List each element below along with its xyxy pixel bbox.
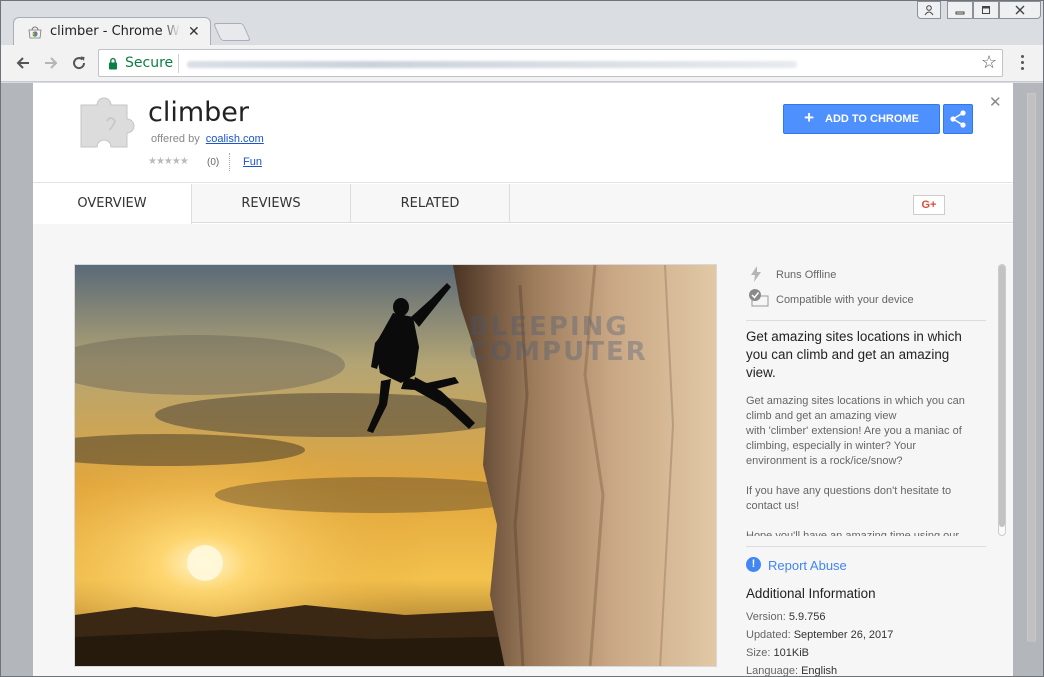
language-label: Language: [746, 665, 798, 677]
language-value: English [801, 665, 838, 677]
lightning-icon [751, 266, 761, 282]
puzzle-piece-icon [80, 97, 135, 148]
share-icon [950, 110, 966, 128]
reload-icon [73, 56, 86, 70]
browser-tab[interactable]: climber - Chrome Web Store ✕ [13, 17, 211, 46]
description-scrollbar[interactable] [998, 264, 1006, 536]
rating-stars: ★★★★★ [148, 156, 189, 167]
extension-header: climber offered by coalish.com ★★★★★ (0) … [33, 83, 1013, 183]
user-profile-button[interactable] [917, 1, 941, 19]
omnibox-separator [178, 54, 179, 73]
size-label: Size: [746, 647, 771, 659]
info-size: Size: 101KiB [746, 647, 809, 659]
arrow-left-icon [16, 57, 29, 69]
google-plus-button[interactable]: G+ [913, 195, 945, 215]
minimize-button[interactable] [947, 1, 973, 19]
feature-compatible: Compatible with your device [776, 294, 914, 306]
address-bar[interactable]: Secure ☆ [98, 49, 1003, 77]
page-scrollbar[interactable] [1027, 93, 1036, 642]
overview-content: BLEEPING COMPUTER Runs Offline Compatibl… [33, 224, 1013, 677]
user-icon [924, 5, 934, 16]
close-window-button[interactable] [999, 1, 1041, 19]
page-scroll-thumb[interactable] [1028, 94, 1035, 642]
lock-icon [109, 57, 117, 70]
back-button[interactable] [13, 53, 33, 73]
tab-overview[interactable]: OVERVIEW [33, 184, 192, 224]
updated-value: September 26, 2017 [793, 629, 894, 641]
arrow-right-icon [45, 57, 58, 69]
browser-toolbar: Secure ☆ [1, 45, 1043, 82]
updated-label: Updated: [746, 629, 791, 641]
minimize-icon [955, 11, 965, 15]
info-language: Language: English [746, 665, 838, 677]
tab-related[interactable]: RELATED [351, 184, 510, 223]
extension-name: climber [148, 97, 249, 128]
add-to-chrome-button[interactable]: + ADD TO CHROME [783, 104, 940, 134]
additional-info-title: Additional Information [746, 586, 876, 601]
webstore-icon [28, 26, 42, 39]
forward-button[interactable] [41, 53, 61, 73]
blurred-url [187, 61, 797, 68]
watermark: BLEEPING COMPUTER [469, 312, 648, 367]
header-separator [229, 153, 230, 171]
add-to-chrome-label: ADD TO CHROME [825, 113, 919, 125]
divider [746, 546, 986, 547]
device-check-icon [749, 289, 769, 307]
detail-tabs: OVERVIEW REVIEWS RELATED G+ [33, 184, 1013, 224]
description-scroll-thumb[interactable] [999, 265, 1005, 527]
tab-title: climber - Chrome Web Store [50, 24, 180, 39]
description-body: Get amazing sites locations in which you… [746, 395, 965, 536]
webstore-detail-dialog: climber offered by coalish.com ★★★★★ (0) … [33, 83, 1013, 677]
version-value: 5.9.756 [788, 611, 826, 623]
info-sidebar: Runs Offline Compatible with your device… [746, 264, 1006, 677]
offered-by-label: offered by [151, 133, 200, 145]
info-version: Version: 5.9.756 [746, 611, 826, 623]
secure-label: Secure [125, 55, 174, 71]
restore-icon [982, 6, 990, 14]
size-value: 101KiB [773, 647, 810, 659]
new-tab-button[interactable] [212, 23, 252, 41]
maximize-button[interactable] [973, 1, 999, 19]
alert-icon: ! [746, 557, 761, 572]
version-label: Version: [746, 611, 786, 623]
star-bookmark-icon[interactable]: ☆ [981, 52, 997, 73]
tab-reviews[interactable]: REVIEWS [192, 184, 351, 223]
divider [746, 320, 986, 321]
tab-strip: climber - Chrome Web Store ✕ [1, 1, 1043, 46]
tab-close-icon[interactable]: ✕ [188, 23, 200, 40]
offered-by: offered by coalish.com [151, 133, 264, 145]
menu-kebab-icon[interactable] [1015, 53, 1029, 73]
report-abuse-link[interactable]: Report Abuse [768, 558, 847, 573]
rating-count[interactable]: (0) [207, 157, 219, 168]
reload-button[interactable] [69, 53, 89, 73]
page-viewport: climber offered by coalish.com ★★★★★ (0) … [1, 83, 1043, 677]
info-updated: Updated: September 26, 2017 [746, 629, 893, 641]
share-button[interactable] [943, 104, 973, 134]
screenshot-image[interactable]: BLEEPING COMPUTER [74, 264, 717, 667]
publisher-link[interactable]: coalish.com [206, 133, 264, 145]
plus-icon: + [804, 108, 814, 127]
category-link[interactable]: Fun [243, 156, 262, 168]
close-dialog-icon[interactable]: ✕ [989, 93, 1002, 111]
feature-runs-offline: Runs Offline [776, 269, 837, 281]
browser-window: climber - Chrome Web Store ✕ Secure [0, 0, 1044, 677]
close-icon [1015, 5, 1025, 15]
description-headline: Get amazing sites locations in which you… [746, 329, 962, 380]
